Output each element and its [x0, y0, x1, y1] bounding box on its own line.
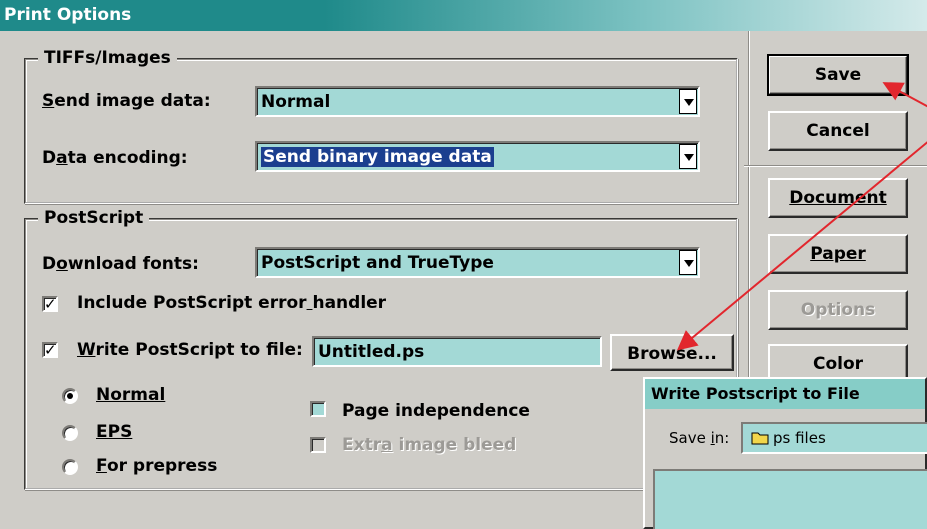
chevron-down-icon[interactable] [679, 144, 697, 169]
folder-icon [751, 432, 769, 445]
postscript-legend: PostScript [38, 208, 150, 228]
save-in-label: Save in: [669, 429, 730, 447]
extra-bleed-label: Extra image bleed [342, 435, 517, 455]
cancel-button-label: Cancel [806, 121, 870, 141]
radio-prepress-label: For prepress [96, 456, 218, 476]
write-file-checkbox[interactable]: ✓ [42, 342, 58, 358]
paper-button[interactable]: Paper [768, 234, 908, 274]
download-fonts-value: PostScript and TrueType [261, 253, 494, 273]
tiffs-images-legend: TIFFs/Images [38, 48, 177, 68]
error-handler-checkbox[interactable]: ✓ [42, 296, 58, 312]
tiffs-images-group: TIFFs/Images [24, 48, 738, 204]
save-in-dropdown[interactable]: ps files [741, 422, 927, 454]
cancel-button[interactable]: Cancel [768, 111, 908, 151]
page-independence-label: Page independence [342, 401, 530, 421]
extra-bleed-checkbox [310, 437, 326, 453]
options-button: Options [768, 290, 908, 330]
color-button-label: Color [812, 354, 864, 374]
save-button-label: Save [814, 65, 862, 85]
write-file-label: Write PostScript to file: [77, 340, 303, 360]
data-encoding-value: Send binary image data [261, 147, 494, 167]
file-list[interactable] [653, 469, 927, 529]
window-title-bar: Print Options [0, 0, 927, 31]
document-button[interactable]: Document [768, 178, 908, 218]
save-in-value: ps files [773, 429, 826, 447]
browse-button[interactable]: Browse... [610, 334, 734, 371]
chevron-down-icon[interactable] [679, 89, 697, 114]
document-button-label: Document [789, 188, 887, 208]
file-name-value: Untitled.ps [318, 342, 425, 362]
radio-prepress[interactable] [62, 459, 78, 475]
write-postscript-dialog: Write Postscript to File Save in: ps fil… [643, 377, 927, 529]
send-image-data-label: Send image data: [42, 91, 211, 111]
window-title: Print Options [4, 5, 132, 25]
save-button[interactable]: Save [767, 54, 909, 96]
write-postscript-dialog-title: Write Postscript to File [645, 379, 925, 409]
send-image-data-dropdown[interactable]: Normal [255, 86, 700, 117]
file-name-input[interactable]: Untitled.ps [312, 336, 602, 367]
radio-eps[interactable] [62, 425, 78, 441]
chevron-down-icon[interactable] [679, 250, 697, 275]
page-independence-checkbox[interactable] [310, 401, 326, 417]
data-encoding-dropdown[interactable]: Send binary image data [255, 141, 700, 172]
paper-button-label: Paper [810, 244, 866, 264]
download-fonts-label: Download fonts: [42, 254, 199, 274]
browse-button-label: Browse... [627, 344, 717, 364]
radio-normal[interactable] [62, 388, 78, 404]
download-fonts-dropdown[interactable]: PostScript and TrueType [255, 247, 700, 278]
radio-eps-label: EPS [96, 422, 133, 442]
error-handler-label: Include PostScript error handler [77, 293, 387, 313]
radio-normal-label: Normal [96, 385, 166, 405]
options-button-label: Options [800, 300, 876, 320]
send-image-data-value: Normal [261, 92, 331, 112]
button-separator [744, 165, 927, 167]
data-encoding-label: Data encoding: [42, 148, 188, 168]
